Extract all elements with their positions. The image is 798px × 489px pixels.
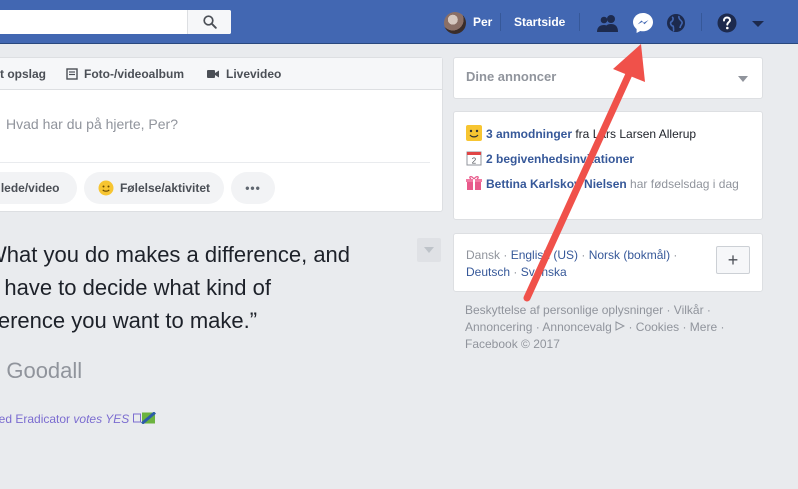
quote-line: What you do makes a difference, and	[0, 242, 351, 267]
list-item[interactable]: Bettina Karlskov Nielsen har fødselsdag …	[466, 175, 756, 192]
gift-icon	[466, 176, 482, 190]
post-composer: t opslag Foto-/videoalbum Livevideo Hvad…	[0, 57, 443, 212]
tab-live-video[interactable]: Livevideo	[206, 67, 281, 81]
photo-album-icon	[66, 68, 78, 80]
notification-text: har fødselsdag i dag	[626, 177, 739, 191]
extension-vote-line[interactable]: eed Eradicator votes YES	[0, 411, 157, 426]
more-icon: •••	[245, 181, 261, 195]
language-card: Dansk · English (US) · Norsk (bokmål) · …	[453, 233, 763, 292]
footer-line[interactable]: Annoncering · Annoncevalg · Cookies · Me…	[465, 319, 765, 336]
button-label: llede/video	[0, 181, 60, 195]
friends-icon[interactable]	[596, 11, 620, 35]
nav-divider	[579, 13, 580, 31]
notification-title: 3 anmodninger	[486, 127, 573, 141]
post-options-button[interactable]	[417, 238, 441, 262]
notification-text: fra Lars Larsen Allerup	[572, 127, 697, 141]
notification-title: 2 begivenhedsinvitationer	[486, 152, 635, 166]
vote-source: eed Eradicator	[0, 412, 74, 426]
feeling-activity-button[interactable]: Følelse/aktivitet	[84, 172, 224, 204]
top-navigation-bar: Per Startside	[0, 0, 798, 44]
chevron-down-icon[interactable]	[738, 76, 748, 82]
tab-photo-album[interactable]: Foto-/videoalbum	[66, 67, 184, 81]
button-label: Følelse/aktivitet	[119, 181, 211, 195]
language-link[interactable]: English (US)	[511, 248, 578, 262]
tab-label: t opslag	[0, 67, 47, 81]
vote-text: votes YES	[73, 412, 130, 426]
nav-divider	[500, 13, 501, 31]
video-camera-icon	[207, 70, 219, 78]
nav-divider	[701, 13, 702, 31]
smiley-icon	[98, 180, 114, 196]
footer-line[interactable]: Beskyttelse af personlige oplysninger · …	[465, 302, 765, 319]
help-icon[interactable]	[715, 11, 739, 35]
search-button[interactable]	[187, 10, 231, 34]
tab-label: Foto-/videoalbum	[84, 67, 184, 81]
messenger-icon[interactable]	[631, 11, 655, 35]
language-list: Dansk · English (US) · Norsk (bokmål) · …	[466, 248, 678, 279]
footer-text: · Cookies · Mere ·	[625, 320, 725, 334]
notification-title: Bettina Karlskov Nielsen	[486, 177, 627, 191]
language-link[interactable]: Norsk (bokmål)	[589, 248, 670, 262]
flag-icon	[132, 411, 156, 425]
chevron-down-icon[interactable]	[746, 11, 770, 35]
ads-card[interactable]: Dine annoncer	[453, 57, 763, 99]
svg-text:2: 2	[472, 157, 477, 166]
footer-links: Beskyttelse af personlige oplysninger · …	[465, 302, 765, 353]
calendar-icon: 2	[466, 151, 482, 166]
profile-link[interactable]: Per	[473, 15, 492, 29]
footer-line: Facebook © 2017	[465, 337, 560, 351]
list-item[interactable]: 3 anmodninger fra Lars Larsen Allerup	[466, 125, 756, 142]
quote-author: e Goodall	[0, 358, 83, 383]
quote-line: fference you want to make.”	[0, 308, 258, 333]
tab-label: Livevideo	[226, 67, 282, 81]
photo-video-button[interactable]: llede/video	[0, 172, 77, 204]
composer-divider	[0, 162, 430, 163]
footer-text: Annoncering · Annoncevalg	[465, 320, 612, 334]
home-link[interactable]: Startside	[514, 15, 565, 29]
language-link[interactable]: Deutsch	[466, 265, 510, 279]
composer-tabs: t opslag Foto-/videoalbum Livevideo	[0, 58, 442, 90]
search-icon	[202, 15, 217, 29]
quote-line: u have to decide what kind of	[0, 275, 271, 300]
search-input[interactable]	[0, 10, 231, 34]
add-language-button[interactable]: +	[716, 246, 750, 274]
avatar[interactable]	[444, 12, 466, 34]
post-quote: What you do makes a difference, and u ha…	[0, 238, 406, 337]
language-link[interactable]: Svenska	[521, 265, 567, 279]
language-link[interactable]: Dansk	[466, 248, 500, 262]
adchoices-icon	[615, 321, 626, 331]
tab-create-post[interactable]: t opslag	[0, 67, 46, 81]
globe-icon[interactable]	[664, 11, 688, 35]
friend-request-icon	[466, 125, 482, 141]
ads-title: Dine annoncer	[466, 69, 557, 84]
status-input[interactable]: Hvad har du på hjerte, Per?	[6, 116, 178, 132]
chevron-down-icon	[424, 247, 434, 253]
list-item[interactable]: 2 2 begivenhedsinvitationer	[466, 150, 756, 167]
notifications-card: 3 anmodninger fra Lars Larsen Allerup 2 …	[453, 111, 763, 220]
more-options-button[interactable]: •••	[231, 172, 275, 204]
